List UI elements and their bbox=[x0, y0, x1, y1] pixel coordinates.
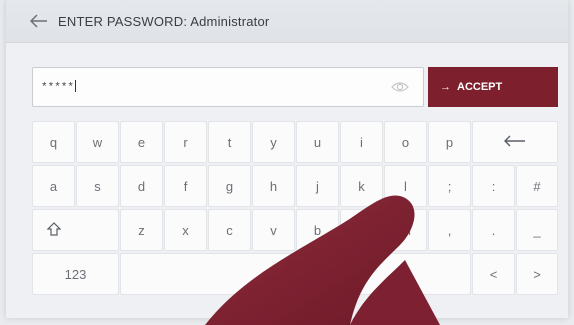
key-j[interactable]: j bbox=[296, 165, 339, 207]
cursor-right-key[interactable]: > bbox=[516, 253, 558, 295]
key-u[interactable]: u bbox=[296, 121, 339, 163]
key-b[interactable]: b bbox=[296, 209, 339, 251]
key-o[interactable]: o bbox=[384, 121, 427, 163]
key-p[interactable]: p bbox=[428, 121, 471, 163]
backspace-arrow-icon bbox=[504, 135, 526, 150]
eye-icon[interactable] bbox=[391, 79, 409, 95]
key-m[interactable]: m bbox=[384, 209, 427, 251]
key-semicolon[interactable]: ; bbox=[428, 165, 471, 207]
key-d[interactable]: d bbox=[120, 165, 163, 207]
backspace-key[interactable] bbox=[472, 121, 558, 163]
key-s[interactable]: s bbox=[76, 165, 119, 207]
key-c[interactable]: c bbox=[208, 209, 251, 251]
key-hash[interactable]: # bbox=[516, 165, 558, 207]
key-e[interactable]: e bbox=[120, 121, 163, 163]
key-q[interactable]: q bbox=[32, 121, 75, 163]
key-g[interactable]: g bbox=[208, 165, 251, 207]
shift-icon bbox=[46, 221, 62, 239]
accept-label: ACCEPT bbox=[457, 81, 503, 93]
key-i[interactable]: i bbox=[340, 121, 383, 163]
key-v[interactable]: v bbox=[252, 209, 295, 251]
key-x[interactable]: x bbox=[164, 209, 207, 251]
key-k[interactable]: k bbox=[340, 165, 383, 207]
key-period[interactable]: . bbox=[472, 209, 515, 251]
key-comma[interactable]: , bbox=[428, 209, 471, 251]
on-screen-keyboard: q w e r t y u i o p a s d f g h j k l ; … bbox=[32, 121, 558, 297]
page-title: ENTER PASSWORD: Administrator bbox=[58, 13, 270, 29]
key-a[interactable]: a bbox=[32, 165, 75, 207]
key-n[interactable]: n bbox=[340, 209, 383, 251]
key-z[interactable]: z bbox=[120, 209, 163, 251]
key-h[interactable]: h bbox=[252, 165, 295, 207]
key-r[interactable]: r bbox=[164, 121, 207, 163]
key-colon[interactable]: : bbox=[472, 165, 515, 207]
spacebar[interactable] bbox=[120, 253, 471, 295]
shift-key[interactable] bbox=[32, 209, 119, 251]
accept-button[interactable]: → ACCEPT bbox=[428, 67, 558, 107]
arrow-right-icon: → bbox=[440, 81, 451, 93]
login-screen: ENTER PASSWORD: Administrator ***** → AC… bbox=[6, 0, 568, 318]
cursor-left-key[interactable]: < bbox=[472, 253, 515, 295]
password-input[interactable]: ***** bbox=[32, 67, 424, 107]
key-underscore[interactable]: _ bbox=[516, 209, 558, 251]
password-value: ***** bbox=[41, 82, 75, 94]
key-w[interactable]: w bbox=[76, 121, 119, 163]
numeric-key[interactable]: 123 bbox=[32, 253, 119, 295]
key-f[interactable]: f bbox=[164, 165, 207, 207]
key-l[interactable]: l bbox=[384, 165, 427, 207]
text-caret bbox=[75, 80, 77, 92]
header-bar: ENTER PASSWORD: Administrator bbox=[6, 0, 568, 43]
arrow-left-icon[interactable] bbox=[28, 11, 50, 31]
key-y[interactable]: y bbox=[252, 121, 295, 163]
key-t[interactable]: t bbox=[208, 121, 251, 163]
